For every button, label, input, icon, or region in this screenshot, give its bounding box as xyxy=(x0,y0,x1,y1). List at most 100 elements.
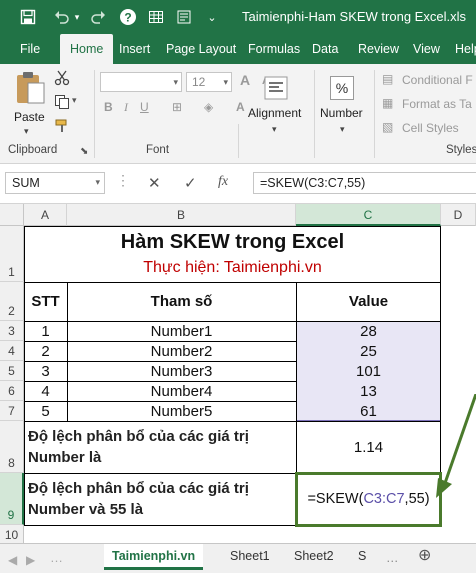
row-header-6[interactable]: 6 xyxy=(0,381,24,401)
sheet-tab-sheet2[interactable]: Sheet2 xyxy=(294,544,334,570)
tab-review[interactable]: Review xyxy=(358,34,399,64)
row-header-5[interactable]: 5 xyxy=(0,361,24,381)
cut-icon[interactable] xyxy=(54,70,70,89)
column-header-c[interactable]: C xyxy=(296,204,441,226)
prev-sheet-icon[interactable]: ◀ xyxy=(8,548,17,573)
ribbon-tabs: File Home Insert Page Layout Formulas Da… xyxy=(0,34,476,64)
tab-insert[interactable]: Insert xyxy=(119,34,150,64)
table-border xyxy=(24,421,441,422)
cell-stt[interactable]: 2 xyxy=(24,341,67,361)
border-icon[interactable]: ⊞ xyxy=(172,100,182,114)
font-size-dropdown[interactable]: 12 ▾ xyxy=(186,72,232,92)
separator xyxy=(94,70,95,158)
bold-icon[interactable]: B xyxy=(104,100,113,114)
formula-input[interactable]: =SKEW(C3:C7,55) xyxy=(253,172,476,194)
table-border xyxy=(67,282,68,421)
cell-stt[interactable]: 5 xyxy=(24,401,67,421)
enter-icon[interactable]: ✓ xyxy=(184,174,197,192)
help-icon[interactable]: ? xyxy=(118,7,138,27)
paste-label: Paste xyxy=(14,110,45,124)
italic-icon[interactable]: I xyxy=(124,100,128,115)
save-icon[interactable] xyxy=(18,7,38,27)
copy-icon[interactable] xyxy=(54,94,70,113)
cell-param[interactable]: Number2 xyxy=(67,341,296,361)
row-header-3[interactable]: 3 xyxy=(0,321,24,341)
form-icon[interactable] xyxy=(174,7,194,27)
spreadsheet-grid[interactable]: A B C D 1 2 3 4 5 6 7 8 9 10 Hàm SKEW tr… xyxy=(0,204,476,543)
row-header-10[interactable]: 10 xyxy=(0,525,24,543)
tab-home[interactable]: Home xyxy=(60,34,114,64)
cell-param[interactable]: Number1 xyxy=(67,321,296,341)
formula-text: =SKEW(C3:C7,55) xyxy=(260,176,366,190)
copy-dropdown-icon[interactable]: ▾ xyxy=(72,95,77,106)
cell-param[interactable]: Number5 xyxy=(67,401,296,421)
cell-param[interactable]: Number3 xyxy=(67,361,296,381)
alignment-button[interactable]: Alignment ▾ xyxy=(244,72,308,142)
tab-file[interactable]: File xyxy=(20,34,40,64)
annotation-arrow xyxy=(436,394,476,498)
table-icon[interactable] xyxy=(146,7,166,27)
cancel-icon[interactable]: ✕ xyxy=(148,174,161,192)
sheet-tab-s[interactable]: S xyxy=(358,544,366,570)
drag-handle-icon[interactable]: ⋮ xyxy=(116,172,130,189)
tab-formulas[interactable]: Formulas xyxy=(248,34,300,64)
tab-page-layout[interactable]: Page Layout xyxy=(166,34,236,64)
number-label: Number xyxy=(320,106,363,120)
result1-label[interactable]: Độ lệch phân bổ của các giá trị Number l… xyxy=(28,426,294,470)
clipboard-launcher-icon[interactable]: ⬊ xyxy=(80,146,88,157)
cell-value[interactable]: 13 xyxy=(296,381,441,401)
column-header-b[interactable]: B xyxy=(67,204,296,226)
row-header-7[interactable]: 7 xyxy=(0,401,24,421)
paste-button[interactable]: Paste ▾ xyxy=(10,70,50,140)
cell-stt[interactable]: 3 xyxy=(24,361,67,381)
undo-icon[interactable] xyxy=(52,7,72,27)
cell-value[interactable]: 61 xyxy=(296,401,441,421)
insert-function-icon[interactable]: fx xyxy=(218,174,228,190)
undo-dropdown-icon[interactable]: ▾ xyxy=(72,7,82,27)
cell-param[interactable]: Number4 xyxy=(67,381,296,401)
cell-value[interactable]: 101 xyxy=(296,361,441,381)
percent-icon: % xyxy=(330,76,354,100)
number-button[interactable]: % Number ▾ xyxy=(318,72,370,142)
next-sheet-icon[interactable]: ▶ xyxy=(26,548,35,573)
underline-icon[interactable]: U xyxy=(140,100,149,114)
add-sheet-icon[interactable]: ⊕ xyxy=(418,544,431,570)
alignment-label: Alignment xyxy=(248,106,302,120)
row-header-4[interactable]: 4 xyxy=(0,341,24,361)
column-header-a[interactable]: A xyxy=(24,204,67,226)
column-header-d[interactable]: D xyxy=(441,204,476,226)
format-painter-icon[interactable] xyxy=(54,118,70,137)
separator xyxy=(374,70,375,158)
name-box[interactable]: SUM ▾ xyxy=(5,172,105,194)
sheet-tab-taimienphi[interactable]: Taimienphi.vn xyxy=(104,544,204,570)
paste-dropdown-icon: ▾ xyxy=(24,126,29,136)
redo-icon[interactable] xyxy=(88,7,108,27)
conditional-formatting-button[interactable]: Conditional F xyxy=(402,73,473,87)
result1-value[interactable]: 1.14 xyxy=(296,421,441,473)
font-name-dropdown[interactable]: ▾ xyxy=(100,72,182,92)
tab-view[interactable]: View xyxy=(413,34,440,64)
more-sheets-icon[interactable]: … xyxy=(50,546,63,572)
more-sheets-right-icon[interactable]: … xyxy=(386,546,399,572)
tab-data[interactable]: Data xyxy=(312,34,338,64)
conditional-formatting-icon: ▤ xyxy=(382,72,394,86)
row-header-1[interactable]: 1 xyxy=(0,226,24,282)
cell-stt[interactable]: 4 xyxy=(24,381,67,401)
cell-value[interactable]: 25 xyxy=(296,341,441,361)
row-header-8[interactable]: 8 xyxy=(0,421,24,473)
customize-dropdown-icon[interactable]: ⌄ xyxy=(202,7,222,27)
row-header-2[interactable]: 2 xyxy=(0,282,24,321)
cell-value[interactable]: 28 xyxy=(296,321,441,341)
row-header-9[interactable]: 9 xyxy=(0,473,24,525)
table-border xyxy=(24,381,296,382)
format-as-table-button[interactable]: Format as Ta xyxy=(402,97,472,111)
select-all-corner[interactable] xyxy=(0,204,24,226)
cell-stt[interactable]: 1 xyxy=(24,321,67,341)
header-param: Tham số xyxy=(150,293,213,310)
fill-color-icon[interactable]: ◈ xyxy=(204,100,213,114)
cell-styles-button[interactable]: Cell Styles xyxy=(402,121,459,135)
table-border xyxy=(24,226,441,227)
result2-label[interactable]: Độ lệch phân bổ của các giá trị Number v… xyxy=(28,478,294,522)
tab-help[interactable]: Help xyxy=(455,34,476,64)
sheet-tab-sheet1[interactable]: Sheet1 xyxy=(230,544,270,570)
